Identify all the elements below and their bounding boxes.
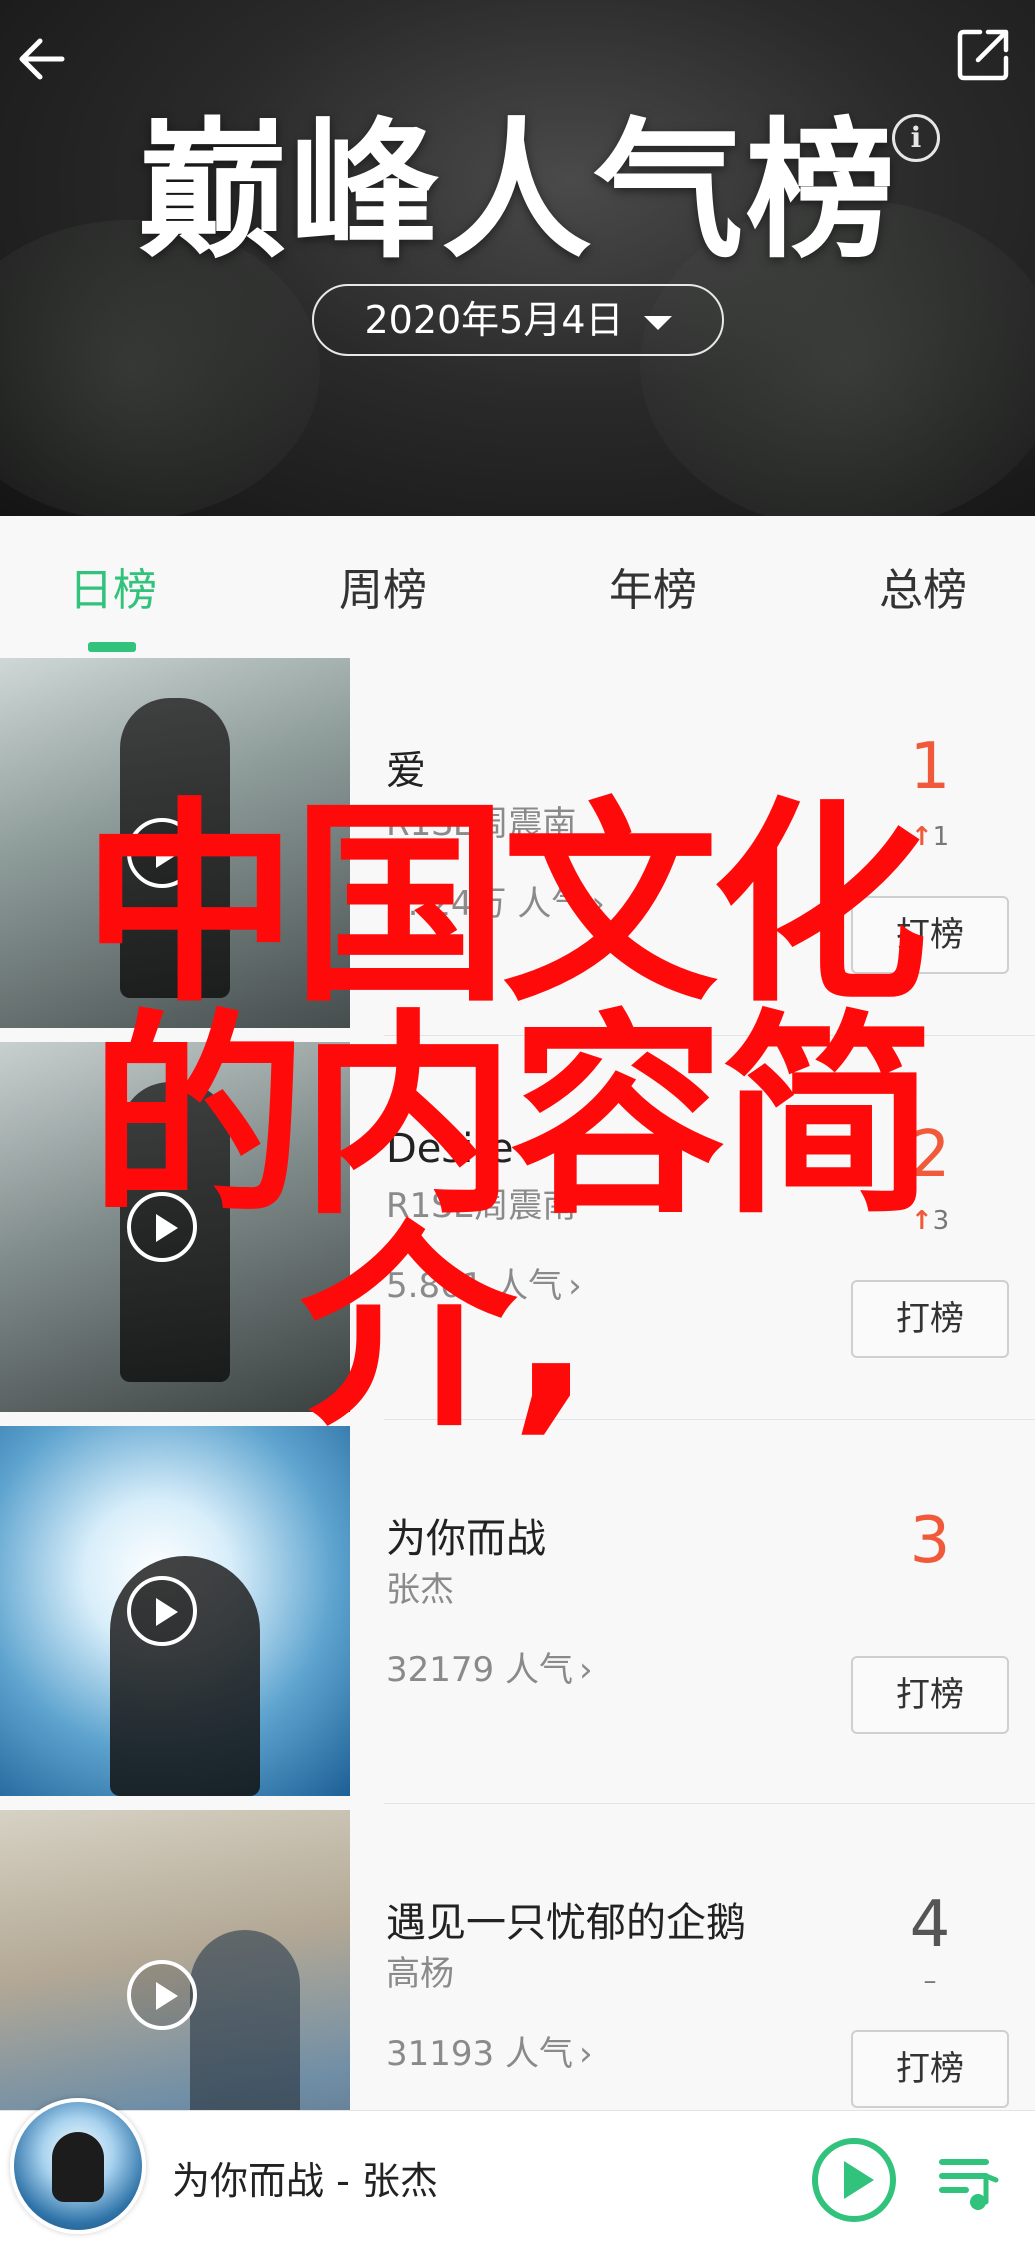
song-title: Desire [386,1126,514,1172]
album-cover [0,658,350,1028]
popularity-value: 1..24万 人气 [386,884,586,924]
playlist-icon[interactable] [936,2150,1002,2216]
popularity-link[interactable]: 5.861 人气 › [386,1258,582,1307]
song-title: 爱 [386,748,426,794]
popularity-link[interactable]: 31193 人气 › [386,2026,593,2075]
date-label: 2020年5月4日 [364,298,624,342]
tab-overall[interactable]: 总榜 [813,554,1033,618]
rank-number: 2 [909,1118,951,1192]
play-icon[interactable] [127,1960,197,2030]
vote-button[interactable]: 打榜 [851,896,1009,974]
rank-number: 3 [909,1504,951,1578]
tab-bar: 日榜 周榜 年榜 总榜 [0,516,1035,653]
play-icon[interactable] [127,1576,197,1646]
song-artist: 张杰 [386,1570,454,1610]
vote-button[interactable]: 打榜 [851,2030,1009,2108]
rank-number: 4 [909,1888,951,1962]
now-playing-title[interactable]: 为你而战 - 张杰 [172,2150,438,2205]
chevron-right-icon: › [578,1650,593,1690]
album-cover [0,1042,350,1412]
active-tab-indicator [88,642,136,652]
popularity-link[interactable]: 1..24万 人气 › [386,876,605,925]
song-title: 遇见一只忧郁的企鹅 [386,1900,746,1946]
rank-change: ↑3 [880,1206,980,1236]
caret-down-icon [643,315,672,330]
rank-change: ↑1 [880,822,980,852]
play-icon[interactable] [812,2138,896,2222]
page-title: 巅峰人气榜 [137,105,898,279]
play-icon[interactable] [127,1192,197,1262]
vote-button[interactable]: 打榜 [851,1280,1009,1358]
rank-change-value: 3 [932,1206,950,1236]
popularity-value: 32179 人气 [386,1650,573,1690]
list-item[interactable]: 爱 R1SE周震南 1..24万 人气 › 1 ↑1 打榜 [0,652,1035,1036]
play-icon[interactable] [127,818,197,888]
cover-figure [52,2132,104,2202]
popularity-value: 31193 人气 [386,2034,573,2074]
list-item[interactable]: 为你而战 张杰 32179 人气 › 3 打榜 [0,1420,1035,1804]
chevron-right-icon: › [591,884,605,924]
tab-yearly[interactable]: 年榜 [543,554,763,618]
album-cover [0,1426,350,1796]
popularity-value: 5.861 人气 [386,1266,563,1306]
list-item[interactable]: Desire R1SE周震南 5.861 人气 › 2 ↑3 打榜 [0,1036,1035,1420]
info-icon[interactable]: i [892,114,940,162]
chevron-right-icon: › [568,1266,582,1306]
chart-header: 巅峰人气榜 i 2020年5月4日 [0,0,1035,516]
now-playing-cover[interactable] [10,2098,146,2234]
arrow-up-icon: ↑ [910,1206,933,1236]
rank-change: – [923,1966,937,1996]
song-artist: R1SE周震南 [386,1186,577,1226]
tab-weekly[interactable]: 周榜 [273,554,493,618]
chevron-right-icon: › [578,2034,593,2074]
rank-number: 1 [909,730,951,804]
song-title: 为你而战 [386,1516,546,1562]
popularity-link[interactable]: 32179 人气 › [386,1642,593,1691]
date-selector[interactable]: 2020年5月4日 [312,284,724,356]
song-artist: R1SE周震南 [386,804,577,844]
vote-button[interactable]: 打榜 [851,1656,1009,1734]
song-artist: 高杨 [386,1954,454,1994]
rank-change-value: 1 [932,822,950,852]
arrow-up-icon: ↑ [910,822,933,852]
tab-daily[interactable]: 日榜 [3,554,223,618]
